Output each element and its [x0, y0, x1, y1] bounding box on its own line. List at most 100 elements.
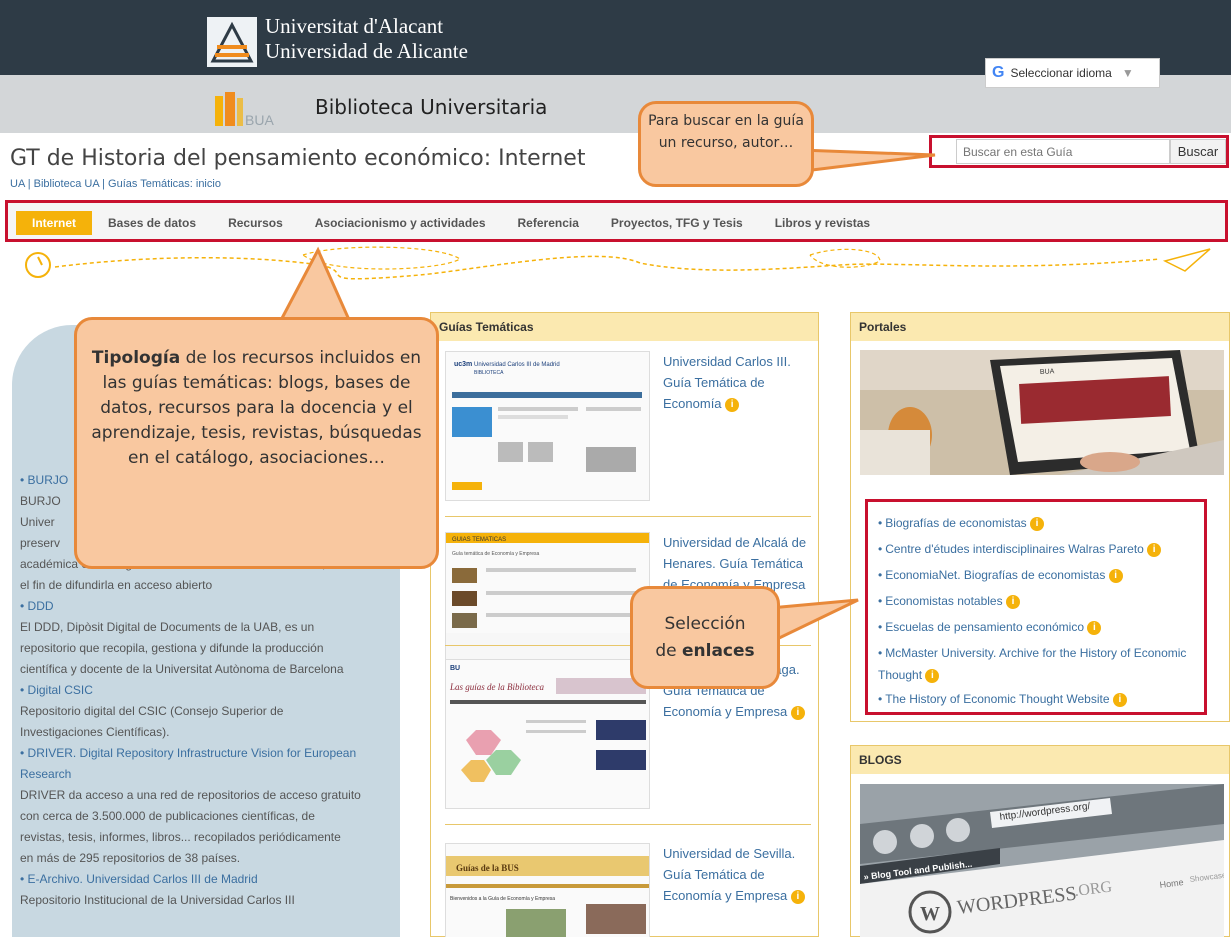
blogs-panel: BLOGS http://wordpress.org/ » Blog Tool …: [850, 745, 1230, 937]
portal-link[interactable]: McMaster University. Archive for the His…: [885, 646, 1186, 660]
info-icon[interactable]: i: [925, 668, 940, 683]
info-icon[interactable]: i: [790, 889, 805, 904]
portal-link[interactable]: Escuelas de pensamiento económico: [885, 620, 1084, 634]
divider: [445, 824, 811, 825]
guide-thumbnail[interactable]: Guías de la BUS Bienvenidos a la Guía de…: [445, 843, 650, 937]
repository-link[interactable]: DDD: [28, 599, 54, 613]
tab-asociacionismo[interactable]: Asociacionismo y actividades: [299, 211, 502, 235]
breadcrumb[interactable]: UA | Biblioteca UA | Guías Temáticas: in…: [10, 178, 221, 190]
guide-thumbnail[interactable]: uc3m Universidad Carlos III de Madrid BI…: [445, 351, 650, 501]
repository-desc: repositorio que recopila, gestiona y dif…: [20, 641, 324, 655]
repository-link[interactable]: DRIVER. Digital Repository Infrastructur…: [28, 746, 357, 760]
portal-link[interactable]: Centre d'études interdisciplinaires Walr…: [885, 542, 1144, 556]
repository-desc: DRIVER da acceso a una red de repositori…: [20, 788, 361, 802]
portal-link[interactable]: The History of Economic Thought Website: [885, 692, 1109, 706]
svg-text:Guías de la BUS: Guías de la BUS: [456, 863, 519, 873]
guide-link[interactable]: Universidad Carlos III. Guía Temática de…: [663, 351, 813, 414]
portales-image: BUA: [860, 350, 1224, 475]
tab-internet[interactable]: Internet: [16, 211, 93, 235]
links-callout: Selección de enlaces: [630, 586, 780, 689]
tab-libros-revistas[interactable]: Libros y revistas: [759, 211, 886, 235]
svg-text:BUA: BUA: [1040, 368, 1055, 376]
decorative-path: [25, 246, 1211, 280]
svg-text:Bienvenidos a la Guía de Econo: Bienvenidos a la Guía de Economía y Empr…: [450, 896, 555, 902]
search-callout: Para buscar en la guía un recurso, autor…: [638, 101, 814, 187]
info-icon[interactable]: i: [1005, 594, 1020, 609]
portal-link[interactable]: EconomiaNet. Biografías de economistas: [885, 568, 1105, 582]
info-icon[interactable]: i: [1112, 692, 1127, 707]
list-item: • DRIVER. Digital Repository Infrastruct…: [20, 743, 400, 869]
info-icon[interactable]: i: [790, 705, 805, 720]
blogs-image: http://wordpress.org/ » Blog Tool and Pu…: [860, 784, 1224, 937]
google-icon: G: [992, 64, 1005, 81]
portales-links: • Biografías de economistas i • Centre d'é…: [865, 499, 1207, 715]
repository-link[interactable]: Digital CSIC: [28, 683, 93, 697]
guide-tabs: Internet Bases de datos Recursos Asociac…: [5, 200, 1228, 242]
list-item: • Economistas notables i: [878, 588, 1194, 614]
tab-proyectos[interactable]: Proyectos, TFG y Tesis: [595, 211, 759, 235]
list-item: • Centre d'études interdisciplinaires Wal…: [878, 536, 1194, 562]
repository-desc: Repositorio digital del CSIC (Consejo Su…: [20, 704, 284, 718]
repository-desc: Investigaciones Científicas).: [20, 725, 170, 739]
repository-link[interactable]: BURJO: [28, 473, 69, 487]
page-title: GT de Historia del pensamiento económico…: [10, 146, 586, 171]
divider: [445, 516, 811, 517]
panel-heading: Portales: [851, 313, 1229, 341]
library-title[interactable]: Biblioteca Universitaria: [315, 95, 547, 119]
svg-text:Guía temática de Economía y Em: Guía temática de Economía y Empresa: [452, 551, 539, 557]
repository-desc: científica y docente de la Universitat A…: [20, 662, 344, 676]
repository-desc: el fin de difundirla en acceso abierto: [20, 578, 213, 592]
language-selector-label: Seleccionar idioma: [1010, 66, 1112, 80]
info-icon[interactable]: i: [1108, 568, 1123, 583]
language-selector[interactable]: G Seleccionar idioma ▼: [985, 58, 1160, 88]
repository-link-cont[interactable]: Research: [20, 764, 400, 785]
repository-desc: con cerca de 3.500.000 de publicaciones …: [20, 809, 315, 823]
chevron-down-icon: ▼: [1121, 66, 1134, 80]
portal-link[interactable]: Economistas notables: [885, 594, 1002, 608]
guide-link[interactable]: Universidad de Sevilla. Guía Temática de…: [663, 843, 813, 906]
guide-thumbnail[interactable]: BU Las guías de la Biblioteca: [445, 659, 650, 809]
list-item: • DDD El DDD, Dipòsit Digital de Documen…: [20, 596, 400, 680]
tab-referencia[interactable]: Referencia: [502, 211, 595, 235]
repository-link[interactable]: E-Archivo. Universidad Carlos III de Mad…: [28, 872, 258, 886]
portales-panel: Portales BUA • Biografías de economistas …: [850, 312, 1230, 722]
svg-text:BIBLIOTECA: BIBLIOTECA: [474, 370, 504, 376]
paper-plane-icon: [1162, 248, 1211, 272]
list-item: • Digital CSIC Repositorio digital del C…: [20, 680, 400, 743]
svg-text:Las guías de la Biblioteca: Las guías de la Biblioteca: [449, 682, 544, 692]
search-button[interactable]: Buscar: [1170, 139, 1226, 164]
bua-logo-text: BUA: [245, 112, 274, 128]
typology-callout: Tipología de los recursos incluidos en l…: [74, 317, 439, 569]
repository-desc: en más de 295 repositorios de 38 países.: [20, 851, 241, 865]
info-icon[interactable]: i: [1147, 542, 1162, 557]
svg-text:Universidad Carlos III de Madr: Universidad Carlos III de Madrid: [474, 362, 560, 368]
tab-bases-de-datos[interactable]: Bases de datos: [92, 211, 212, 235]
info-icon[interactable]: i: [725, 397, 740, 412]
portal-link[interactable]: Biografías de economistas: [885, 516, 1026, 530]
repository-desc: Repositorio Institucional de la Universi…: [20, 893, 295, 907]
panel-heading: BLOGS: [851, 746, 1229, 774]
info-icon[interactable]: i: [1087, 620, 1102, 635]
repository-desc: El DDD, Dipòsit Digital de Documents de …: [20, 620, 315, 634]
panel-heading: Guías Temáticas: [431, 313, 818, 341]
list-item: • EconomiaNet. Biografías de economistas …: [878, 562, 1194, 588]
bua-logo-icon[interactable]: BUA: [215, 92, 285, 128]
tab-recursos[interactable]: Recursos: [212, 211, 299, 235]
svg-text:BU: BU: [450, 665, 460, 672]
svg-text:W: W: [920, 903, 940, 925]
university-name-es: Universidad de Alicante: [265, 39, 468, 63]
university-name-ca: Universitat d'Alacant: [265, 14, 444, 38]
list-item: • Escuelas de pensamiento económico i: [878, 614, 1194, 640]
list-item: • Biografías de economistas i: [878, 510, 1194, 536]
search-box: Buscar: [929, 135, 1229, 168]
university-name[interactable]: Universitat d'Alacant Universidad de Ali…: [265, 14, 468, 64]
info-icon[interactable]: i: [1029, 516, 1044, 531]
repository-desc: revistas, tesis, informes, libros... rec…: [20, 830, 341, 844]
university-logo-icon[interactable]: [207, 17, 257, 67]
portal-link-cont[interactable]: Thought: [878, 668, 922, 682]
list-item: • McMaster University. Archive for the Hi…: [878, 646, 1187, 683]
svg-text:GUIAS TEMATICAS: GUIAS TEMATICAS: [452, 537, 506, 543]
search-input[interactable]: [956, 139, 1170, 164]
list-item: • E-Archivo. Universidad Carlos III de M…: [20, 869, 400, 911]
svg-text:uc3m: uc3m: [454, 361, 472, 368]
